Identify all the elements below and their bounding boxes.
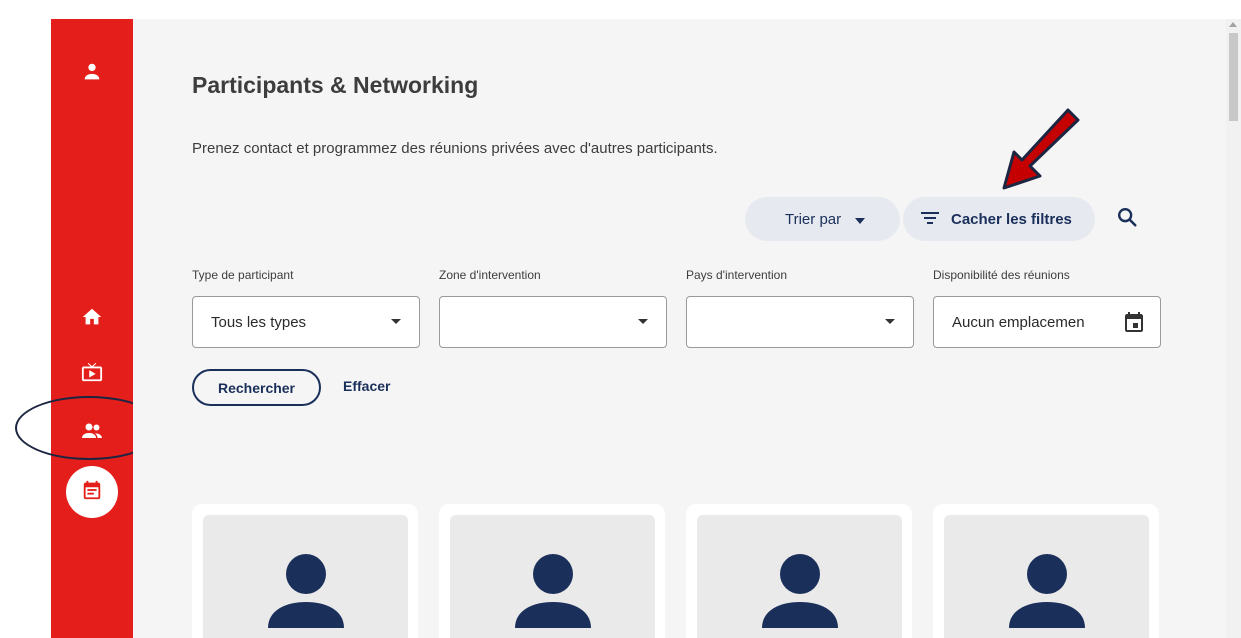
filter-icon xyxy=(921,211,951,228)
availability-label: Disponibilité des réunions xyxy=(933,268,1070,282)
sidebar xyxy=(51,19,133,638)
sort-button[interactable]: Trier par xyxy=(745,197,900,241)
dropdown-icon xyxy=(885,319,895,324)
person-icon xyxy=(514,554,591,628)
participant-card[interactable] xyxy=(686,504,912,638)
dropdown-icon xyxy=(391,319,401,324)
zone-select[interactable] xyxy=(439,296,667,348)
availability-field[interactable]: Aucun emplacemen xyxy=(933,296,1161,348)
clear-button[interactable]: Effacer xyxy=(343,378,390,394)
participant-type-select[interactable]: Tous les types xyxy=(192,296,420,348)
home-icon[interactable] xyxy=(51,306,133,333)
annotation-arrow xyxy=(990,108,1080,197)
scroll-up-icon[interactable] xyxy=(1229,22,1237,27)
participant-card[interactable] xyxy=(192,504,418,638)
dropdown-icon xyxy=(638,319,648,324)
calendar-icon xyxy=(81,479,103,506)
country-label: Pays d'intervention xyxy=(686,268,788,282)
availability-value: Aucun emplacemen xyxy=(952,313,1085,331)
avatar xyxy=(944,515,1149,638)
person-icon xyxy=(267,554,344,628)
filter-label: Cacher les filtres xyxy=(951,210,1072,228)
person-icon[interactable] xyxy=(51,61,133,88)
page-subtitle: Prenez contact et programmez des réunion… xyxy=(192,140,718,157)
calendar-button[interactable] xyxy=(66,466,118,518)
participant-type-label: Type de participant xyxy=(192,268,294,282)
avatar xyxy=(450,515,655,638)
participant-card[interactable] xyxy=(439,504,665,638)
participant-card[interactable] xyxy=(933,504,1159,638)
avatar xyxy=(697,515,902,638)
person-icon xyxy=(1008,554,1085,628)
participant-type-value: Tous les types xyxy=(211,313,307,331)
page-title: Participants & Networking xyxy=(192,72,479,98)
person-icon xyxy=(761,554,838,628)
zone-label: Zone d'intervention xyxy=(439,268,541,282)
caret-down-icon xyxy=(855,211,866,228)
toggle-filters-button[interactable]: Cacher les filtres xyxy=(903,197,1095,241)
tv-icon[interactable] xyxy=(51,361,133,388)
search-icon[interactable] xyxy=(1116,206,1138,233)
calendar-icon[interactable] xyxy=(1122,310,1146,338)
sort-label: Trier par xyxy=(785,210,842,228)
avatar xyxy=(203,515,408,638)
scroll-thumb[interactable] xyxy=(1229,33,1238,121)
search-button[interactable]: Rechercher xyxy=(192,369,321,406)
country-select[interactable] xyxy=(686,296,914,348)
